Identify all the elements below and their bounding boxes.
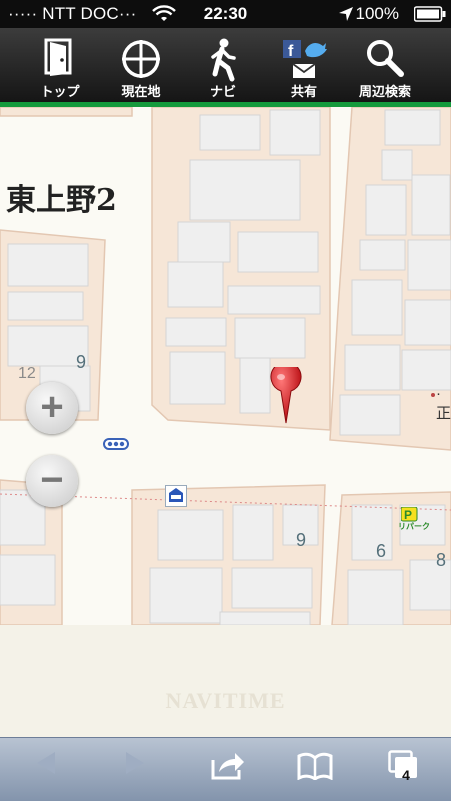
door-icon <box>44 38 72 76</box>
navitime-watermark: NAVITIME <box>165 688 286 713</box>
toolbar-current-location-button[interactable]: 現在地 <box>101 28 181 102</box>
back-arrow-icon[interactable] <box>33 750 59 776</box>
map-canvas[interactable]: 東上野2 13 9 12 9 6 8 ·正 + − P リパーク <box>0 107 451 625</box>
bookmarks-icon[interactable] <box>297 752 333 780</box>
map-marker-pin-icon[interactable] <box>269 367 303 425</box>
crosshair-icon <box>122 40 160 78</box>
battery-icon <box>414 6 446 22</box>
zoom-out-button[interactable]: − <box>26 455 78 507</box>
toolbar-navi-button[interactable]: ナビ <box>183 28 263 102</box>
zoom-in-button[interactable]: + <box>26 382 78 434</box>
svg-text:f: f <box>288 43 294 60</box>
toolbar-navi-label: ナビ <box>209 84 236 99</box>
toolbar-nearby-search-button[interactable]: 周辺検索 <box>345 28 425 102</box>
toolbar-top-label: トップ <box>40 84 80 99</box>
share-facebook-twitter-mail-icon: f <box>283 40 327 78</box>
safari-toolbar <box>0 737 451 801</box>
zoom-out-label: − <box>40 458 64 502</box>
toolbar-top-button[interactable]: トップ <box>20 28 100 102</box>
toolbar-share-label: 共有 <box>290 84 317 99</box>
forward-arrow-icon[interactable] <box>122 750 148 776</box>
bus-stop-icon <box>103 438 129 450</box>
toolbar-nearby-search-label: 周辺検索 <box>358 84 411 99</box>
block-number-8: 8 <box>436 550 447 570</box>
map-footer-area <box>0 625 451 737</box>
toolbar-share-button[interactable]: f 共有 <box>264 28 344 102</box>
convenience-store-icon <box>165 485 187 507</box>
block-number-6: 6 <box>376 541 387 561</box>
block-number-9-center: 9 <box>296 530 307 550</box>
toolbar-current-location-label: 現在地 <box>121 84 161 99</box>
walking-icon <box>211 38 236 82</box>
location-arrow-icon <box>339 7 353 21</box>
navitime-toolbar: トップ 現在地 ナビ f 共有 周辺検索 <box>0 28 451 107</box>
parking-label: リパーク <box>398 522 430 531</box>
battery-percent: 100% <box>355 4 399 23</box>
tab-count: 4 <box>402 767 410 783</box>
magnifier-icon <box>367 40 404 77</box>
block-number-12: 12 <box>18 365 36 382</box>
block-number-9-left: 9 <box>76 352 87 372</box>
zoom-in-label: + <box>40 385 64 429</box>
share-action-icon[interactable] <box>211 750 245 780</box>
status-bar: ····· NTT DOC··· 22:30 100% <box>0 0 451 28</box>
map-edge-label: ·正 <box>436 385 451 422</box>
svg-text:P: P <box>404 508 412 522</box>
area-name-label: 東上野2 <box>6 183 117 218</box>
